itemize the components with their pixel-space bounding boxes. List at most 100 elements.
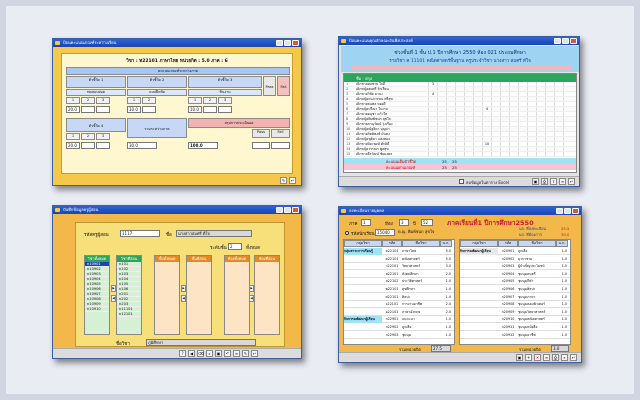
score-input-5[interactable] [142, 106, 156, 113]
table-row[interactable]: ก20906 ชุมนุมศิลปะ 1.0 [460, 286, 570, 293]
term-input[interactable]: 1 [361, 219, 371, 226]
score-cell[interactable] [464, 152, 473, 156]
report-button[interactable]: ≡ [559, 178, 566, 185]
move-item-button[interactable]: ◀ [111, 295, 116, 302]
exit-button[interactable]: ↩ [251, 350, 258, 357]
close-button[interactable] [292, 207, 299, 213]
list-button[interactable]: ≡ [233, 350, 240, 357]
close-button[interactable] [572, 208, 579, 214]
score-cell[interactable] [545, 152, 554, 156]
close-button[interactable] [570, 38, 577, 44]
table-row[interactable]: ง22101 การงานอาชีพ 2.0 [344, 301, 454, 309]
list-item[interactable]: n10910 [85, 307, 109, 312]
table-row[interactable]: ก20905 ชุมนุมกีฬา 1.0 [460, 278, 570, 286]
score-cell[interactable] [473, 152, 482, 156]
move-item-button[interactable]: ▶ [249, 285, 254, 292]
score-cell[interactable] [563, 152, 572, 156]
maximize-button[interactable] [564, 208, 571, 214]
score-cell[interactable] [491, 152, 500, 156]
table-row[interactable]: ก20912 ชุมนุมอาชีพ 1.0 [460, 332, 570, 339]
print-button[interactable]: ⎙ [552, 354, 559, 361]
score-cell[interactable] [554, 152, 563, 156]
teacher-code-input[interactable]: 1117 [120, 230, 160, 237]
table-row[interactable]: 15 เด็กชายธีรวัฒน์ ชัยมงคล [344, 152, 576, 157]
table-row[interactable]: ก20904 ชุมนุมดนตรี 1.0 [460, 271, 570, 278]
table-row[interactable]: อ22101 ภาษาอังกฤษ 2.0 [344, 309, 454, 316]
assignment-list[interactable]: ชั้นที่สอน [186, 255, 212, 335]
final-fail-input[interactable] [271, 142, 290, 149]
table-row[interactable]: ก20903 ผู้บำเพ็ญประโยชน์ 1.0 [460, 263, 570, 271]
save-button[interactable]: ▣ [516, 354, 523, 361]
delete-button[interactable]: ✕ [534, 354, 541, 361]
score-cell[interactable] [536, 152, 545, 156]
assignment-list[interactable]: ห้องที่สอน [254, 255, 280, 335]
help-button[interactable]: ? [179, 350, 186, 357]
student-radio[interactable] [345, 231, 349, 235]
score-input-10[interactable] [81, 142, 95, 149]
score-input-9[interactable]: 20.0 [66, 142, 80, 149]
name-input[interactable]: นางสาวสมศรี ดีใจ [176, 230, 252, 237]
minimize-button[interactable] [556, 208, 563, 214]
score-input-1[interactable]: 20.0 [66, 106, 80, 113]
table-row[interactable]: พ22101 สุขศึกษา 1.0 [344, 286, 454, 293]
table-row[interactable]: ก22902 ลูกเสือ 1.0 [344, 324, 454, 331]
minimize-button[interactable] [554, 38, 561, 44]
score-cell[interactable] [518, 152, 527, 156]
move-item-button[interactable]: ◀ [181, 295, 186, 302]
move-item-button[interactable]: ▶ [181, 285, 186, 292]
save-button[interactable]: ▣ [215, 350, 222, 357]
edit-button[interactable]: ✎ [280, 177, 287, 184]
table-row[interactable]: ก22903 ชุมนุม 1.0 [344, 332, 454, 339]
score-cell[interactable] [455, 152, 464, 156]
add-button[interactable]: + [525, 354, 532, 361]
room-input[interactable]: 3 [399, 219, 409, 226]
edit-button[interactable]: ✎ [242, 350, 249, 357]
save-button[interactable]: ▣ [532, 178, 539, 185]
find-button[interactable]: ⌕ [206, 350, 213, 357]
back-button[interactable]: ◀ [188, 350, 195, 357]
move-item-button[interactable]: ◀ [249, 295, 254, 302]
student-id-input[interactable]: 15040 [375, 229, 395, 236]
sum-score-input[interactable]: 30.0 [127, 142, 157, 149]
score-input-2[interactable] [81, 106, 95, 113]
close-button[interactable] [292, 40, 299, 46]
final-pass-input[interactable] [252, 142, 270, 149]
move-item-button[interactable]: ▶ [111, 285, 116, 292]
maximize-button[interactable] [284, 207, 291, 213]
table-row[interactable]: กิจกรรมพัฒนาผู้เรียน ก20901 ลูกเสือ 1.0 [460, 248, 570, 255]
table-row[interactable]: ส22102 ประวัติศาสตร์ 1.0 [344, 278, 454, 286]
list-button[interactable]: ≡ [543, 354, 550, 361]
score-cell[interactable] [500, 152, 509, 156]
assignment-list[interactable]: ห้องทั้งหมด [224, 255, 250, 335]
table-row[interactable]: ก20910 ชุมนุมคณิตศาสตร์ 1.0 [460, 316, 570, 324]
table-row[interactable]: ก20907 ชุมนุมภาษา 1.0 [460, 294, 570, 301]
score-cell[interactable] [509, 152, 518, 156]
table-row[interactable]: กิจกรรมพัฒนาผู้เรียน ก22901 แนะแนว 1.0 [344, 316, 454, 324]
table-row[interactable]: ก20908 ชุมนุมคอมพิวเตอร์ 1.0 [460, 301, 570, 309]
table-row[interactable]: ก20911 ชุมนุมหนังสือ 1.0 [460, 324, 570, 331]
table-row[interactable]: ศ22101 ศิลปะ 1.0 [344, 294, 454, 301]
minimize-button[interactable] [276, 40, 283, 46]
maximize-button[interactable] [284, 40, 291, 46]
export-button[interactable]: ⇪ [550, 178, 557, 185]
assignment-list[interactable]: ชั้นทั้งหมด [154, 255, 180, 335]
year-input[interactable]: 52 [421, 219, 433, 226]
exit-button[interactable]: ↩ [289, 177, 296, 184]
final-score-input[interactable]: 100.0 [188, 142, 218, 149]
table-row[interactable]: ก20909 ชุมนุมวิทยาศาสตร์ 1.0 [460, 309, 570, 316]
table-row[interactable]: ว22101 วิทยาศาสตร์ 3.0 [344, 263, 454, 271]
excel-checkbox[interactable] [459, 179, 464, 184]
table-row[interactable]: ส22101 สังคมศึกษา 2.0 [344, 271, 454, 278]
preview-button[interactable]: ⌕ [561, 354, 568, 361]
score-input-6[interactable]: 10.0 [188, 106, 202, 113]
clear-button[interactable]: ⌫ [197, 350, 204, 357]
score-input-8[interactable] [218, 106, 232, 113]
table-row[interactable]: ก20902 ยุวกาชาด 1.0 [460, 256, 570, 263]
list-item[interactable]: n12101 [117, 312, 141, 317]
score-cell[interactable] [437, 152, 446, 156]
score-input-7[interactable] [203, 106, 217, 113]
undo-button[interactable]: ↶ [224, 350, 231, 357]
maximize-button[interactable] [562, 38, 569, 44]
score-cell[interactable] [446, 152, 455, 156]
assignment-list[interactable]: วิชาทั้งหมด n10901 n10902 n10903 n10904 n1090… [84, 255, 110, 335]
